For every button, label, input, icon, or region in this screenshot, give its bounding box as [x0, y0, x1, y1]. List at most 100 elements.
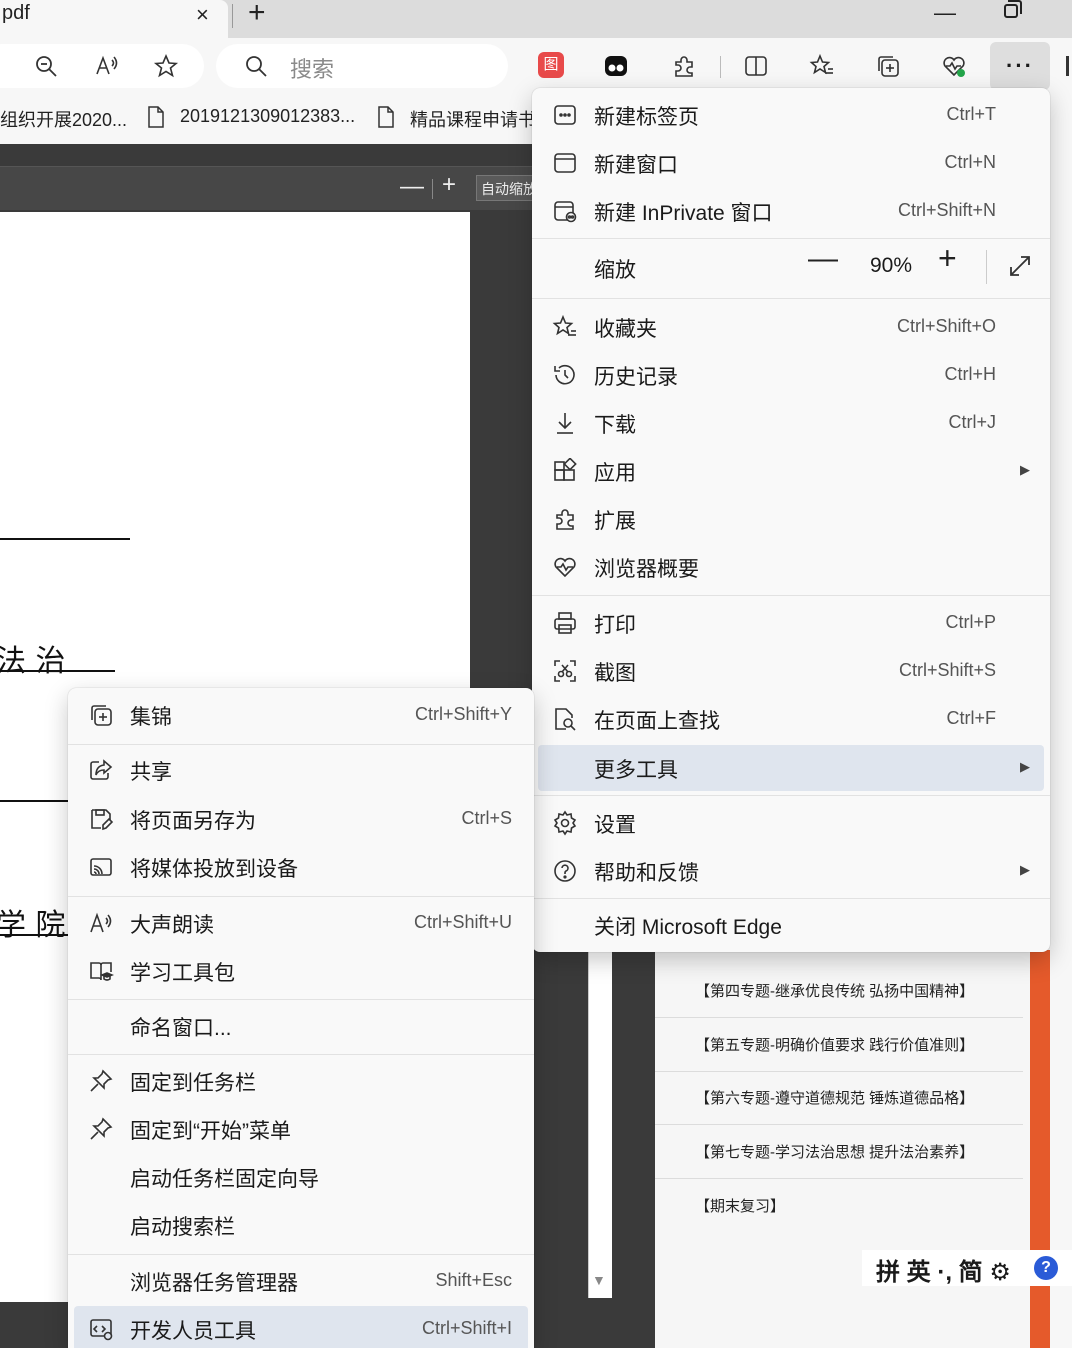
menu-item-label: 共享 — [130, 761, 172, 784]
menu-item-save-page[interactable]: 将页面另存为 Ctrl+S — [74, 796, 528, 842]
chevron-right-icon: ▶ — [1020, 759, 1030, 774]
zoom-icon[interactable] — [30, 50, 62, 82]
inprivate-icon — [552, 198, 578, 224]
new-tab-button[interactable]: + — [248, 0, 266, 30]
zoom-in-button[interactable]: + — [938, 240, 957, 277]
browser-essentials-icon[interactable] — [938, 50, 970, 82]
menu-item-downloads[interactable]: 下载 Ctrl+J — [538, 400, 1044, 446]
menu-item-learning-tools[interactable]: 学习工具包 — [74, 948, 528, 994]
scroll-down-arrow-icon[interactable]: ▼ — [592, 1272, 606, 1288]
favorites-icon — [552, 314, 578, 340]
favorites-list-icon[interactable] — [806, 50, 838, 82]
menu-item-favorites[interactable]: 收藏夹 Ctrl+Shift+O — [538, 304, 1044, 350]
pdf-zoom-in-button[interactable]: + — [442, 171, 456, 199]
menu-item-find[interactable]: 在页面上查找 Ctrl+F — [538, 696, 1044, 742]
menu-item-close-edge[interactable]: 关闭 Microsoft Edge — [538, 902, 1044, 948]
extension-panda-icon[interactable] — [600, 50, 632, 82]
pdf-text: 学 院 — [0, 908, 66, 943]
tab-close-icon[interactable]: × — [196, 2, 209, 28]
minimize-button[interactable]: — — [934, 0, 956, 26]
menu-item-task-manager[interactable]: 浏览器任务管理器 Shift+Esc — [74, 1258, 528, 1304]
menu-item-name-window[interactable]: 命名窗口... — [74, 1003, 528, 1049]
menu-item-label: 下载 — [594, 414, 636, 437]
learning-tools-icon — [88, 958, 115, 984]
menu-item-pin-taskbar[interactable]: 固定到任务栏 — [74, 1058, 528, 1104]
menu-item-pin-start[interactable]: 固定到“开始”菜单 — [74, 1106, 528, 1152]
favorite-star-icon[interactable] — [150, 50, 182, 82]
list-item[interactable]: 【第六专题-遵守道德规范 锤炼道德品格】 — [655, 1071, 1023, 1125]
cast-icon — [88, 854, 114, 880]
menu-item-shortcut: Ctrl+T — [946, 104, 997, 124]
menu-item-label: 帮助和反馈 — [594, 862, 699, 885]
menu-item-screenshot[interactable]: 截图 Ctrl+Shift+S — [538, 648, 1044, 694]
browser-toolbar: 搜索 图 ··· — [0, 38, 1072, 94]
menu-item-settings[interactable]: 设置 — [538, 800, 1044, 846]
restore-button[interactable] — [1004, 0, 1022, 18]
menu-item-extensions[interactable]: 扩展 — [538, 496, 1044, 542]
menu-item-collections[interactable]: 集锦 Ctrl+Shift+Y — [74, 692, 528, 738]
menu-item-label: 打印 — [594, 614, 636, 637]
list-item[interactable]: 【第七专题-学习法治思想 提升法治素养】 — [655, 1125, 1023, 1179]
page-edge — [1050, 94, 1072, 1348]
menu-item-share[interactable]: 共享 — [74, 747, 528, 793]
list-item[interactable]: 【期末复习】 — [655, 1179, 1023, 1233]
menu-item-shortcut: Ctrl+Shift+U — [413, 912, 512, 932]
scrollbar[interactable] — [588, 950, 612, 1298]
menu-item-label: 新建标签页 — [594, 106, 699, 129]
chevron-right-icon: ▶ — [1020, 862, 1030, 877]
menu-item-read-aloud[interactable]: 大声朗读 Ctrl+Shift+U — [74, 900, 528, 946]
history-icon — [552, 362, 578, 388]
extensions-puzzle-icon[interactable] — [668, 50, 700, 82]
settings-and-more-menu: 新建标签页 Ctrl+T 新建窗口 Ctrl+N 新建 InPrivate 窗口… — [532, 88, 1050, 952]
collections-icon[interactable] — [872, 50, 904, 82]
menu-item-dev-tools[interactable]: 开发人员工具 Ctrl+Shift+I — [74, 1306, 528, 1348]
menu-item-new-window[interactable]: 新建窗口 Ctrl+N — [538, 140, 1044, 186]
menu-separator — [532, 795, 1050, 796]
list-item[interactable]: 【第五专题-明确价值要求 践行价值准则】 — [655, 1018, 1023, 1072]
tab-title: pdf — [2, 2, 30, 24]
favorite-item[interactable]: 精品课程申请书 — [410, 106, 536, 132]
menu-item-browser-essentials[interactable]: 浏览器概要 — [538, 544, 1044, 590]
pdf-zoom-out-button[interactable]: — — [400, 173, 424, 201]
menu-item-shortcut: Shift+Esc — [435, 1270, 512, 1290]
window-icon — [552, 150, 578, 176]
fullscreen-icon[interactable] — [1008, 254, 1032, 278]
menu-item-new-inprivate[interactable]: 新建 InPrivate 窗口 Ctrl+Shift+N — [538, 188, 1044, 234]
underline — [0, 800, 70, 802]
menu-item-taskbar-wizard[interactable]: 启动任务栏固定向导 — [74, 1154, 528, 1200]
more-tools-submenu: 集锦 Ctrl+Shift+Y 共享 将页面另存为 Ctrl+S 将媒体投放到设… — [68, 688, 534, 1348]
menu-item-label: 关闭 Microsoft Edge — [594, 916, 782, 939]
list-item[interactable]: 【第四专题-继承优良传统 弘扬中国精神】 — [655, 964, 1023, 1018]
screenshot-icon — [552, 658, 578, 684]
menu-item-new-tab[interactable]: 新建标签页 Ctrl+T — [538, 92, 1044, 138]
menu-separator — [532, 595, 1050, 596]
active-tab[interactable]: pdf × — [0, 0, 228, 38]
ime-help-icon[interactable]: ? — [1034, 1256, 1058, 1280]
favorite-item[interactable]: 2019121309012383... — [180, 106, 355, 127]
menu-item-shortcut: Ctrl+Shift+O — [896, 316, 996, 336]
menu-item-history[interactable]: 历史记录 Ctrl+H — [538, 352, 1044, 398]
menu-item-more-tools[interactable]: 更多工具 ▶ — [538, 745, 1044, 791]
menu-item-label: 启动任务栏固定向导 — [130, 1168, 319, 1191]
menu-item-shortcut: Ctrl+Shift+N — [897, 200, 996, 220]
menu-item-label: 新建 InPrivate 窗口 — [594, 202, 773, 225]
menu-item-apps[interactable]: 应用 ▶ — [538, 448, 1044, 494]
search-placeholder[interactable]: 搜索 — [290, 52, 334, 84]
menu-item-print[interactable]: 打印 Ctrl+P — [538, 600, 1044, 646]
settings-and-more-button[interactable]: ··· — [990, 42, 1050, 90]
print-icon — [552, 610, 578, 636]
split-screen-icon[interactable] — [740, 50, 772, 82]
read-aloud-icon[interactable] — [90, 50, 122, 82]
extensions-icon — [552, 506, 578, 532]
menu-item-help[interactable]: 帮助和反馈 ▶ — [538, 848, 1044, 894]
document-icon — [378, 106, 394, 128]
favorite-item[interactable]: 组织开展2020... — [0, 106, 127, 132]
menu-item-label: 将媒体投放到设备 — [130, 858, 298, 881]
zoom-out-button[interactable]: — — [808, 242, 838, 276]
extension-red-icon[interactable]: 图 — [538, 52, 564, 78]
menu-item-cast[interactable]: 将媒体投放到设备 — [74, 844, 528, 890]
menu-separator — [68, 1254, 534, 1255]
menu-item-label: 历史记录 — [594, 366, 678, 389]
menu-item-search-bar[interactable]: 启动搜索栏 — [74, 1202, 528, 1248]
zoom-separator — [986, 250, 987, 284]
